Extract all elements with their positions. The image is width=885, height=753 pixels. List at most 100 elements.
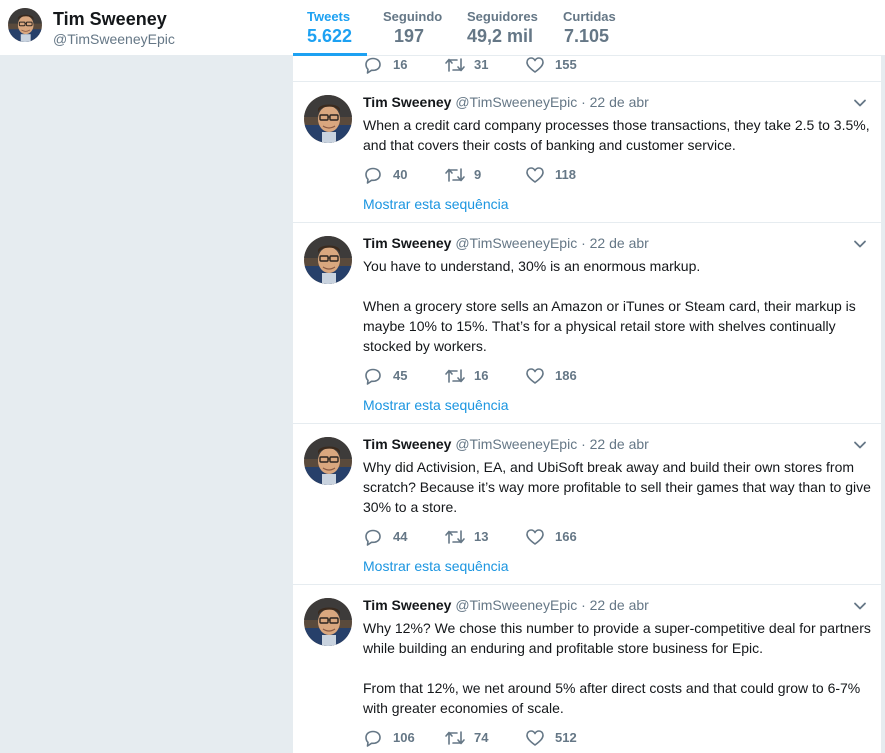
tweet-author-handle[interactable]: @TimSweeneyEpic	[455, 94, 577, 110]
stat-value: 49,2 mil	[467, 26, 534, 46]
retweet-icon	[444, 166, 466, 184]
tweet-paragraph: From that 12%, we net around 5% after di…	[363, 680, 861, 716]
chevron-down-icon[interactable]	[853, 237, 867, 251]
tweet-date[interactable]: 22 de abr	[590, 235, 649, 251]
tweet-author-handle[interactable]: @TimSweeneyEpic	[455, 436, 577, 452]
tweet-author-handle[interactable]: @TimSweeneyEpic	[455, 235, 577, 251]
like-count: 186	[555, 368, 577, 383]
stat-label: Seguindo	[383, 9, 443, 24]
retweet-count: 9	[474, 167, 482, 182]
retweet-icon	[444, 56, 466, 74]
tweet-separator: ·	[581, 597, 586, 613]
tweet-author-name[interactable]: Tim Sweeney	[363, 235, 451, 251]
retweet-icon	[444, 528, 466, 546]
retweet-count: 31	[474, 57, 489, 72]
like-count: 118	[555, 167, 576, 182]
tweet-separator: ·	[581, 94, 586, 110]
stat-value: 5.622	[307, 26, 353, 46]
tweet-paragraph: Why 12%? We chose this number to provide…	[363, 620, 871, 656]
tweet-actions: 44 13 166	[363, 527, 663, 547]
profile-name[interactable]: Tim Sweeney	[53, 9, 167, 30]
tweet-author-handle[interactable]: @TimSweeneyEpic	[455, 597, 577, 613]
retweet-count: 74	[474, 730, 489, 745]
like-icon	[525, 528, 545, 546]
avatar-image	[304, 598, 352, 646]
retweet-count: 13	[474, 529, 489, 544]
stat-label: Curtidas	[563, 9, 616, 24]
tweet-text: Why 12%? We chose this number to provide…	[363, 618, 873, 718]
reply-count: 40	[393, 167, 408, 182]
tweet-header: Tim Sweeney @TimSweeneyEpic · 22 de abr	[363, 597, 649, 613]
tweet-avatar[interactable]	[304, 437, 352, 485]
retweet-icon	[444, 729, 466, 747]
reply-count: 106	[393, 730, 415, 745]
profile-header: Tim Sweeney @TimSweeneyEpic Tweets 5.622…	[0, 0, 885, 56]
like-icon	[525, 729, 545, 747]
tweet-avatar[interactable]	[304, 95, 352, 143]
tweet-paragraph: You have to understand, 30% is an enormo…	[363, 258, 701, 274]
stat-value: 197	[394, 26, 425, 46]
stat-likes[interactable]: Curtidas 7.105	[563, 9, 616, 47]
tweet[interactable]: Tim Sweeney @TimSweeneyEpic · 22 de abr …	[293, 424, 881, 585]
tweet-author-name[interactable]: Tim Sweeney	[363, 597, 451, 613]
retweet-icon	[444, 367, 466, 385]
reply-icon	[363, 367, 383, 385]
like-count: 166	[555, 529, 577, 544]
tweet[interactable]: Tim Sweeney @TimSweeneyEpic · 22 de abr …	[293, 223, 881, 424]
tweet-actions: 40 9 118	[363, 165, 663, 185]
chevron-down-icon[interactable]	[853, 96, 867, 110]
reply-icon	[363, 56, 383, 74]
stat-value: 7.105	[564, 26, 610, 46]
chevron-down-icon[interactable]	[853, 438, 867, 452]
tweet[interactable]: Tim Sweeney @TimSweeneyEpic · 22 de abr …	[293, 82, 881, 223]
like-count: 512	[555, 730, 577, 745]
like-icon	[525, 166, 545, 184]
tweet-author-name[interactable]: Tim Sweeney	[363, 94, 451, 110]
tweet-actions: 106 74 512	[363, 728, 663, 748]
tweet-header: Tim Sweeney @TimSweeneyEpic · 22 de abr	[363, 235, 649, 251]
tweet-text: Why did Activision, EA, and UbiSoft brea…	[363, 457, 873, 517]
avatar-image	[304, 236, 352, 284]
reply-icon	[363, 166, 383, 184]
avatar-image	[304, 437, 352, 485]
tweet-actions: 16 31 155	[363, 56, 663, 75]
tweet[interactable]: Tim Sweeney @TimSweeneyEpic · 22 de abr …	[293, 585, 881, 753]
tweet-partial[interactable]: 16 31 155	[293, 56, 881, 82]
tweet-paragraph: When a credit card company processes tho…	[363, 117, 870, 153]
like-icon	[525, 56, 545, 74]
show-thread-link[interactable]: Mostrar esta sequência	[363, 397, 509, 413]
tweet-text: You have to understand, 30% is an enormo…	[363, 256, 873, 356]
tweet-paragraph: Why did Activision, EA, and UbiSoft brea…	[363, 459, 871, 515]
stat-label: Tweets	[307, 9, 351, 24]
like-icon	[525, 367, 545, 385]
show-thread-link[interactable]: Mostrar esta sequência	[363, 558, 509, 574]
retweet-count: 16	[474, 368, 489, 383]
timeline: 16 31 155 Tim Sweeney @TimSweeneyEpic · …	[293, 56, 881, 753]
tweet-date[interactable]: 22 de abr	[590, 436, 649, 452]
profile-handle[interactable]: @TimSweeneyEpic	[53, 31, 175, 47]
stat-followers[interactable]: Seguidores 49,2 mil	[467, 9, 538, 47]
reply-count: 45	[393, 368, 408, 383]
stat-label: Seguidores	[467, 9, 538, 24]
tweet-date[interactable]: 22 de abr	[590, 94, 649, 110]
show-thread-link[interactable]: Mostrar esta sequência	[363, 196, 509, 212]
tweet-author-name[interactable]: Tim Sweeney	[363, 436, 451, 452]
profile-avatar[interactable]	[8, 8, 42, 42]
reply-count: 16	[393, 57, 408, 72]
tweet-date[interactable]: 22 de abr	[590, 597, 649, 613]
avatar-image	[8, 8, 42, 42]
reply-icon	[363, 729, 383, 747]
tweet-paragraph: When a grocery store sells an Amazon or …	[363, 298, 856, 354]
stat-following[interactable]: Seguindo 197	[383, 9, 442, 47]
like-count: 155	[555, 57, 577, 72]
tweet-text: When a credit card company processes tho…	[363, 115, 873, 155]
tweet-header: Tim Sweeney @TimSweeneyEpic · 22 de abr	[363, 436, 649, 452]
tweet-avatar[interactable]	[304, 236, 352, 284]
chevron-down-icon[interactable]	[853, 599, 867, 613]
avatar-image	[304, 95, 352, 143]
stat-tweets[interactable]: Tweets 5.622	[307, 9, 352, 47]
tweet-avatar[interactable]	[304, 598, 352, 646]
reply-icon	[363, 528, 383, 546]
tweet-header: Tim Sweeney @TimSweeneyEpic · 22 de abr	[363, 94, 649, 110]
tweet-separator: ·	[581, 235, 586, 251]
